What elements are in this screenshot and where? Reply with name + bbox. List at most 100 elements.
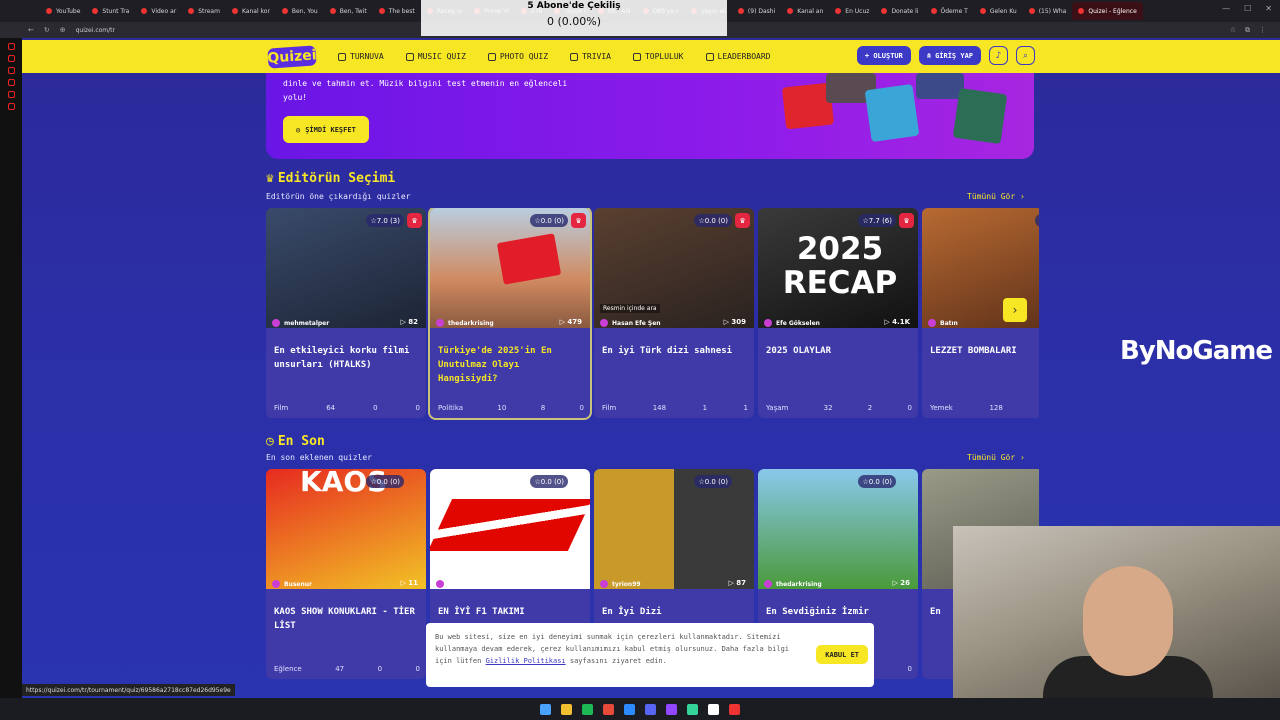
extensions-icon[interactable]: ⧉ — [1245, 26, 1250, 35]
quiz-title[interactable]: En iyi Türk dizi sahnesi — [602, 344, 747, 358]
sidebar-icon[interactable] — [7, 103, 15, 110]
quiz-title[interactable]: En etkileyici korku filmi unsurları (HTA… — [274, 344, 419, 372]
quiz-card[interactable]: ☆0.0 (0) ♛ thedarkrising ▷ 479 Türkiye'de 20… — [428, 208, 592, 420]
taskbar-app-icon[interactable] — [561, 703, 572, 715]
play-count: ▷ 11 — [400, 579, 418, 587]
nav-item-trivia[interactable]: TRIVIA — [570, 52, 611, 61]
quiz-title[interactable]: KAOS SHOW KONUKLARI - TİER LİST — [274, 605, 419, 633]
taskbar-app-icon[interactable] — [624, 703, 635, 715]
quiz-author[interactable]: thedarkrising — [436, 319, 494, 327]
webcam-overlay — [953, 526, 1280, 698]
browser-tab[interactable]: Stunt Tra — [86, 2, 135, 20]
quiz-title[interactable]: En İyi Dizi — [602, 605, 747, 619]
nav-item-photo-quiz[interactable]: PHOTO QUIZ — [487, 52, 548, 61]
site-info-icon[interactable]: ⊕ — [60, 26, 66, 34]
quiz-thumbnail[interactable]: 2025 RECAP — [758, 208, 918, 328]
login-button[interactable]: ⍝ GİRİŞ YAP — [918, 46, 981, 65]
taskbar-app-icon[interactable] — [729, 703, 740, 715]
quiz-thumbnail[interactable] — [266, 208, 426, 328]
quiz-thumbnail[interactable] — [430, 208, 590, 328]
tab-favicon-icon — [979, 8, 986, 14]
taskbar-app-icon[interactable] — [645, 703, 656, 715]
quiz-author[interactable]: Hasan Efe Şen — [600, 319, 661, 327]
taskbar-app-icon[interactable] — [666, 703, 677, 715]
quiz-author[interactable]: Busenur — [272, 580, 312, 588]
browser-tab[interactable]: En Ucuz — [829, 2, 875, 20]
taskbar-app-icon[interactable] — [582, 703, 593, 715]
quiz-thumbnail[interactable] — [430, 469, 590, 589]
quiz-author[interactable]: Batın — [928, 319, 958, 327]
close-icon[interactable]: ✕ — [1265, 4, 1272, 13]
hero-cta-button[interactable]: ◎ ŞİMDİ KEŞFET — [283, 116, 369, 143]
browser-tab[interactable]: Kanal an — [781, 2, 829, 20]
editors-see-all-link[interactable]: Tümünü Gör › — [967, 192, 1025, 201]
bookmark-icon[interactable]: ☆ — [1230, 26, 1236, 35]
carousel-next-button[interactable]: › — [1003, 298, 1027, 322]
taskbar-app-icon[interactable] — [708, 703, 719, 715]
menu-icon[interactable]: ⋮ — [1259, 26, 1266, 35]
quiz-author[interactable]: mehmetalper — [272, 319, 329, 327]
tab-label: Ödeme T — [940, 7, 968, 15]
quiz-title[interactable]: Türkiye'de 2025'in En Unutulmaz Olayı Ha… — [438, 344, 583, 386]
maximize-icon[interactable]: ☐ — [1244, 4, 1251, 13]
browser-tab[interactable]: Video ar — [135, 2, 182, 20]
sidebar-icon[interactable] — [7, 79, 15, 86]
quiz-thumbnail[interactable] — [594, 469, 754, 589]
quiz-meta: Film 148 1 1 — [602, 404, 748, 412]
browser-tab[interactable]: Stream — [182, 2, 226, 20]
reload-icon[interactable]: ↻ — [44, 26, 50, 34]
browser-tab[interactable]: Gelen Ku — [974, 2, 1023, 20]
quiz-author[interactable]: Efe Gökselen — [764, 319, 820, 327]
browser-tab[interactable]: (9) Dashi — [732, 2, 781, 20]
quiz-author[interactable]: thedarkrising — [764, 580, 822, 588]
taskbar-app-icon[interactable] — [687, 703, 698, 715]
nav-item-leaderboard[interactable]: LEADERBOARD — [705, 52, 770, 61]
quiz-thumbnail[interactable]: Resmin içinde ara — [594, 208, 754, 328]
sidebar-icon[interactable] — [7, 55, 15, 62]
privacy-policy-link[interactable]: Gizlilik Politikası — [486, 657, 566, 665]
quiz-card[interactable]: ☆7.0 (3) ♛ mehmetalper ▷ 82 En etkileyici ko… — [266, 208, 426, 418]
quiz-title[interactable]: 2025 OLAYLAR — [766, 344, 911, 358]
create-button[interactable]: + OLUŞTUR — [856, 46, 911, 65]
window-controls[interactable]: — ☐ ✕ — [1222, 4, 1272, 13]
site-logo[interactable]: Quizei — [267, 44, 317, 69]
url-text[interactable]: quizei.com/tr — [76, 27, 115, 34]
sidebar-icon[interactable] — [7, 43, 15, 50]
quiz-thumbnail[interactable] — [758, 469, 918, 589]
nav-actions: + OLUŞTUR ⍝ GİRİŞ YAP ♪ ⌕ — [856, 46, 1035, 65]
play-count: ▷ 309 — [723, 318, 746, 326]
browser-tab[interactable]: Ben, Twit — [324, 2, 373, 20]
back-icon[interactable]: ← — [28, 26, 34, 34]
notification-bell-icon[interactable]: ♪ — [989, 46, 1008, 65]
sidebar-icon[interactable] — [7, 67, 15, 74]
quiz-card[interactable]: Resmin içinde ara ☆0.0 (0) ♛ Hasan Efe Şen ▷… — [594, 208, 754, 418]
browser-tab[interactable]: (15) Wha — [1023, 2, 1073, 20]
latest-see-all-link[interactable]: Tümünü Gör › — [967, 453, 1025, 462]
quiz-title[interactable]: EN İYİ F1 TAKIMI — [438, 605, 583, 619]
browser-tab[interactable]: The best — [373, 2, 421, 20]
quiz-author[interactable]: Ali ŞENTÜRK — [436, 580, 491, 588]
taskbar-app-icon[interactable] — [603, 703, 614, 715]
sidebar-icon[interactable] — [7, 91, 15, 98]
quiz-title[interactable]: En Sevdiğiniz İzmir — [766, 605, 911, 619]
browser-tab[interactable]: Donate li — [875, 2, 924, 20]
browser-tab[interactable]: Quizei - Eğlence — [1072, 2, 1143, 20]
quiz-card[interactable]: 2025 RECAP ☆7.7 (6) ♛ Efe Gökselen ▷ 4.1K 202… — [758, 208, 918, 418]
minimize-icon[interactable]: — — [1222, 4, 1230, 13]
nav-item-topluluk[interactable]: TOPLULUK — [632, 52, 684, 61]
nav-item-turnuva[interactable]: TURNUVA — [338, 52, 384, 61]
author-avatar — [600, 319, 608, 327]
cookie-accept-button[interactable]: KABUL ET — [816, 645, 868, 664]
browser-tab[interactable]: YouTube — [40, 2, 86, 20]
quiz-author[interactable]: tyrion99 — [600, 580, 641, 588]
browser-tab[interactable]: Ödeme T — [925, 2, 974, 20]
search-icon[interactable]: ⌕ — [1016, 46, 1035, 65]
browser-tab[interactable]: Kanal kor — [226, 2, 276, 20]
browser-tab[interactable]: Ben, You — [276, 2, 324, 20]
nav-item-music-quiz[interactable]: MUSIC QUIZ — [405, 52, 466, 61]
quiz-card[interactable]: KAOS ☆0.0 (0) Busenur ▷ 11 KAOS SHOW KONUKLA… — [266, 469, 426, 679]
taskbar-app-icon[interactable] — [540, 703, 551, 715]
quiz-title[interactable]: LEZZET BOMBALARI — [930, 344, 1039, 358]
quiz-thumbnail[interactable]: KAOS — [266, 469, 426, 589]
play-count: ▷ 4.1K — [884, 318, 910, 326]
